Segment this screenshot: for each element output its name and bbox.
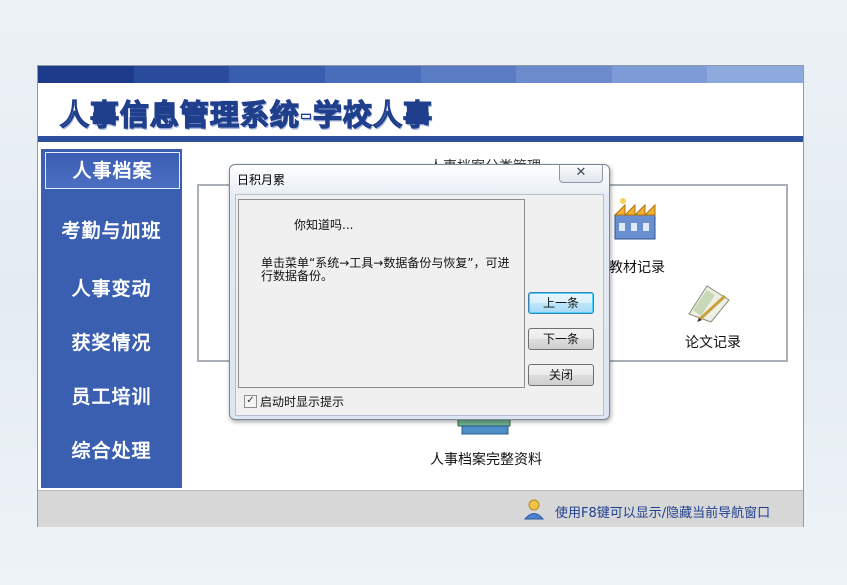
thesis-record-label[interactable]: 论文记录: [685, 332, 741, 352]
navigation-sidebar: 人事档案 考勤与加班 人事变动 获奖情况 员工培训 综合处理: [41, 149, 182, 488]
band-segment: [229, 66, 325, 83]
dialog-title: 日积月累: [237, 173, 286, 187]
band-segment: [611, 66, 708, 83]
checkbox-label[interactable]: 启动时显示提示: [260, 393, 344, 410]
band-segment: [133, 66, 230, 83]
nav-item-attendance-overtime[interactable]: 考勤与加班: [41, 216, 182, 243]
close-icon[interactable]: ✕: [559, 165, 603, 183]
nav-item-staff-training[interactable]: 员工培训: [41, 382, 182, 409]
app-title: 人事信息管理系统-学校人事: [59, 97, 434, 132]
band-segment: [516, 66, 612, 83]
user-info-icon: [523, 499, 545, 520]
textbook-record-label[interactable]: 教材记录: [609, 257, 665, 277]
tip-content-box: 你知道吗... 单击菜单“系统→工具→数据备份与恢复”，可进行数据备份。: [238, 199, 525, 388]
band-segment: [38, 66, 134, 83]
status-bar: 使用F8键可以显示/隐藏当前导航窗口: [38, 490, 803, 527]
tip-text: 单击菜单“系统→工具→数据备份与恢复”，可进行数据备份。: [261, 256, 510, 283]
band-segment: [707, 66, 803, 83]
previous-tip-button[interactable]: 上一条: [528, 292, 594, 314]
title-divider: [38, 136, 803, 142]
title-area: 人事信息管理系统-学校人事: [38, 83, 803, 136]
nav-item-personnel-archive[interactable]: 人事档案: [45, 152, 180, 189]
document-pen-icon[interactable]: [685, 280, 733, 324]
status-hint: 使用F8键可以显示/隐藏当前导航窗口: [555, 506, 771, 521]
top-color-band: [38, 66, 803, 83]
next-tip-button[interactable]: 下一条: [528, 328, 594, 350]
complete-profile-label[interactable]: 人事档案完整资料: [430, 449, 542, 469]
dialog-body: 你知道吗... 单击菜单“系统→工具→数据备份与恢复”，可进行数据备份。 上一条…: [235, 194, 604, 416]
factory-icon[interactable]: [609, 197, 661, 243]
nav-item-awards[interactable]: 获奖情况: [41, 328, 182, 355]
tip-of-the-day-dialog: 日积月累 ✕ 你知道吗... 单击菜单“系统→工具→数据备份与恢复”，可进行数据…: [229, 164, 610, 420]
show-on-startup-option[interactable]: ✓ 启动时显示提示: [244, 393, 344, 410]
tip-heading: 你知道吗...: [294, 218, 354, 232]
nav-item-general-processing[interactable]: 综合处理: [41, 436, 182, 463]
band-segment: [324, 66, 421, 83]
band-segment: [420, 66, 517, 83]
checkbox[interactable]: ✓: [244, 395, 257, 408]
nav-item-personnel-changes[interactable]: 人事变动: [41, 274, 182, 301]
close-button[interactable]: 关闭: [528, 364, 594, 386]
